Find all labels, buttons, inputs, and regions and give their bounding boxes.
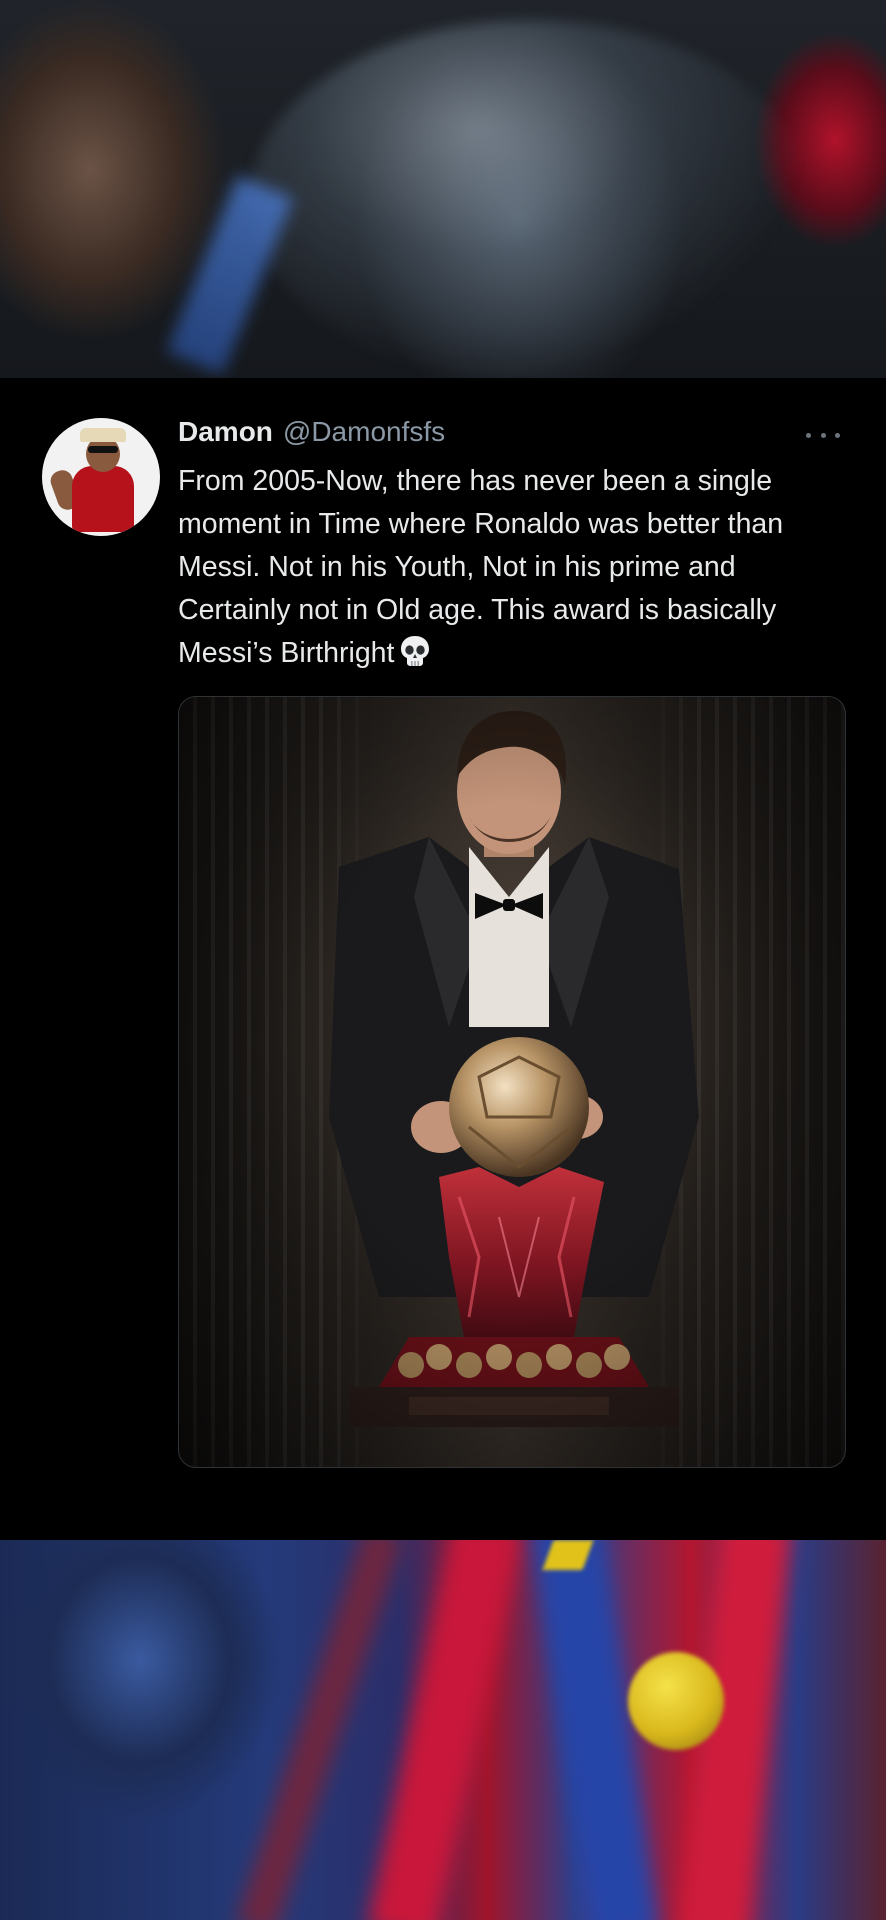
- avatar-body: [72, 466, 134, 532]
- photo-vignette: [179, 697, 845, 1467]
- avatar-hat: [80, 428, 126, 442]
- avatar-glasses: [88, 446, 118, 453]
- blurred-streak: [166, 175, 294, 375]
- video-frame-bottom: [0, 1540, 886, 1920]
- display-name[interactable]: Damon: [178, 416, 273, 448]
- tweet-text: From 2005-Now, there has never been a si…: [178, 460, 848, 681]
- skull-icon: [398, 634, 432, 681]
- tweet-media-image[interactable]: [178, 696, 846, 1468]
- tweet-body: From 2005-Now, there has never been a si…: [178, 465, 784, 669]
- blurred-jersey-fold: [236, 1540, 404, 1920]
- user-handle[interactable]: @Damonfsfs: [283, 416, 445, 448]
- avatar[interactable]: [42, 418, 160, 536]
- more-options-icon[interactable]: [806, 430, 840, 440]
- video-frame-top: [0, 0, 886, 378]
- tweet-card[interactable]: Damon @Damonfsfs From 2005-Now, there ha…: [0, 378, 886, 1540]
- blurred-jersey-fold: [367, 1540, 523, 1920]
- trophy-reflection: [250, 20, 810, 378]
- tweet-header: Damon @Damonfsfs: [178, 416, 445, 456]
- medal: [628, 1652, 724, 1750]
